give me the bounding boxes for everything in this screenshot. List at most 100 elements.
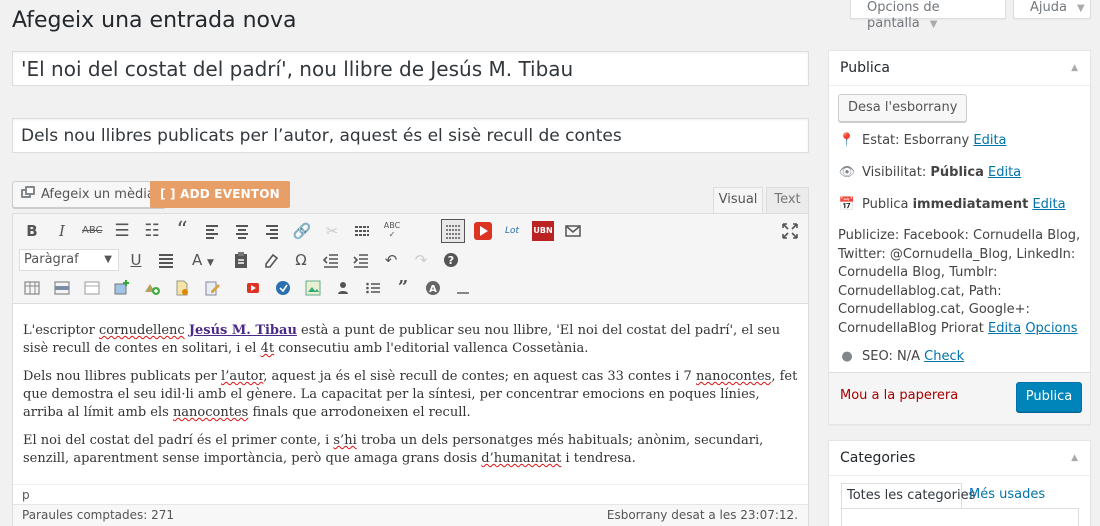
paragraph-3: El noi del costat del padrí és el primer… — [23, 433, 764, 466]
text-color-icon[interactable]: A ▼ — [186, 250, 220, 270]
edit-schedule-link[interactable]: Edita — [1032, 197, 1065, 212]
horizontal-line-icon[interactable] — [453, 278, 473, 298]
lot-plugin-icon[interactable]: Lot — [502, 221, 522, 241]
youtube-small-icon[interactable] — [243, 278, 263, 298]
bold-icon[interactable]: B — [22, 221, 42, 241]
edit-status-link[interactable]: Edita — [973, 133, 1006, 148]
insert-link-icon[interactable]: 🔗 — [292, 221, 312, 241]
edit-visibility-link[interactable]: Edita — [988, 165, 1021, 180]
user-icon[interactable] — [333, 278, 353, 298]
shortcode-icon[interactable] — [273, 278, 293, 298]
blockquote-icon[interactable]: “ — [172, 220, 192, 242]
email-icon[interactable] — [563, 221, 583, 241]
toolbar-toggle-icon[interactable] — [441, 219, 465, 243]
svg-text:?: ? — [448, 254, 454, 267]
redo-icon[interactable]: ↷ — [411, 250, 431, 270]
categories-box: Categories ▲ Totes les categories Més usa… — [828, 440, 1091, 526]
italic-icon[interactable]: I — [52, 221, 72, 241]
seo-check-link[interactable]: Check — [924, 349, 964, 364]
format-select-value: Paràgraf — [24, 252, 79, 267]
paragraph-2: Dels nou llibres publicats per l’autor, … — [23, 369, 798, 420]
publicize-section: Publicize: Facebook: Cornudella Blog, Tw… — [838, 227, 1083, 339]
screen-options-label: Opcions de pantalla — [867, 0, 940, 31]
editor: B I ABC ☰ ☷ “ 🔗 ✂ ABC ✓ Lot UBN Paràgraf ▼… — [12, 213, 809, 526]
tab-all-categories[interactable]: Totes les categories — [841, 483, 975, 509]
add-eventon-button[interactable]: [ ] ADD EVENTON — [150, 181, 290, 208]
help-tab[interactable]: Ajuda ▼ — [1013, 0, 1091, 19]
publish-button[interactable]: Publica — [1016, 382, 1082, 412]
align-right-icon[interactable] — [262, 221, 282, 241]
visibility-row: 👁 Visibilitat: Pública Edita — [838, 165, 1022, 180]
paste-as-text-icon[interactable] — [231, 250, 251, 270]
add-file-icon[interactable] — [172, 278, 192, 298]
youtube-icon[interactable] — [473, 221, 493, 241]
word-count: Paraules comptades: 271 — [22, 508, 175, 522]
bulleted-list-icon[interactable]: ☰ — [112, 221, 132, 241]
unlink-icon[interactable]: ✂ — [322, 221, 342, 241]
add-media-label: Afegeix un mèdia — [41, 187, 155, 202]
ubn-plugin-icon[interactable]: UBN — [532, 221, 554, 241]
justify-icon[interactable] — [156, 250, 176, 270]
add-image-plus-icon[interactable] — [142, 278, 162, 298]
circle-a-icon[interactable]: A — [423, 278, 443, 298]
publish-box-header[interactable]: Publica ▲ — [829, 51, 1090, 86]
tab-most-used[interactable]: Més usades — [969, 483, 1045, 509]
special-character-icon[interactable]: Ω — [291, 250, 311, 270]
seo-row: ● SEO: N/A Check — [838, 348, 964, 366]
chevron-down-icon: ▼ — [929, 19, 938, 30]
table-row-icon[interactable] — [52, 278, 72, 298]
category-list[interactable] — [841, 508, 1079, 526]
edit-publicize-link[interactable]: Edita — [988, 321, 1021, 336]
tab-visual[interactable]: Visual — [713, 187, 763, 213]
numbered-list-icon[interactable]: ☷ — [142, 221, 162, 241]
publish-box-title: Publica — [840, 60, 891, 76]
categories-box-title: Categories — [840, 450, 916, 466]
underline-icon[interactable]: U — [126, 250, 146, 270]
strikethrough-icon[interactable]: ABC — [82, 221, 103, 241]
add-media-button[interactable]: Afegeix un mèdia — [12, 181, 166, 208]
gallery-icon[interactable] — [303, 278, 323, 298]
read-more-icon[interactable] — [352, 221, 372, 241]
undo-icon[interactable]: ↶ — [381, 250, 401, 270]
paragraph-1: L'escriptor cornudellenc Jesús M. Tibau … — [23, 323, 781, 356]
status-row: 📍 Estat: Esborrany Edita — [838, 133, 1007, 148]
list-icon[interactable] — [363, 278, 383, 298]
publish-footer: Mou a la paperera Publica — [829, 372, 1090, 424]
table-icon[interactable] — [22, 278, 42, 298]
spellcheck-icon[interactable]: ABC ✓ — [382, 221, 402, 241]
schedule-row: 📅 Publica immediatament Edita — [838, 197, 1066, 212]
editor-toolbar: B I ABC ☰ ☷ “ 🔗 ✂ ABC ✓ Lot UBN Paràgraf ▼… — [13, 214, 808, 304]
tab-text[interactable]: Text — [766, 187, 809, 213]
pin-icon: 📍 — [838, 133, 856, 148]
author-link[interactable]: Jesús M. Tibau — [189, 323, 297, 338]
publicize-options-link[interactable]: Opcions — [1025, 321, 1077, 336]
help-icon[interactable]: ? — [441, 250, 461, 270]
publish-box: Publica ▲ Desa l'esborrany 📍 Estat: Esborr… — [828, 50, 1091, 425]
screen-options-tab[interactable]: Opcions de pantalla ▼ — [850, 0, 1006, 31]
editor-content[interactable]: L'escriptor cornudellenc Jesús M. Tibau … — [23, 322, 801, 478]
post-subtitle-input[interactable]: Dels nou llibres publicats per l’autor, … — [12, 118, 809, 153]
autosave-status: Esborrany desat a les 23:07:12. — [606, 508, 798, 522]
outdent-icon[interactable] — [321, 250, 341, 270]
collapse-arrow-icon[interactable]: ▲ — [1071, 441, 1078, 475]
save-draft-button[interactable]: Desa l'esborrany — [838, 94, 968, 122]
edit-document-icon[interactable] — [202, 278, 222, 298]
post-title-input[interactable]: 'El noi del costat del padrí', nou llibr… — [12, 51, 809, 86]
fullscreen-icon[interactable] — [780, 221, 800, 241]
publicize-text: Publicize: Facebook: Cornudella Blog, Tw… — [838, 228, 1081, 336]
align-left-icon[interactable] — [202, 221, 222, 241]
indent-icon[interactable] — [351, 250, 371, 270]
quote-icon[interactable]: ” — [393, 278, 413, 298]
table-cell-icon[interactable] — [82, 278, 102, 298]
clear-formatting-icon[interactable] — [261, 250, 281, 270]
collapse-arrow-icon[interactable]: ▲ — [1071, 51, 1078, 85]
page-title: Afegeix una entrada nova — [12, 8, 297, 33]
element-path[interactable]: p — [13, 484, 808, 504]
move-to-trash-link[interactable]: Mou a la paperera — [840, 388, 958, 403]
categories-box-header[interactable]: Categories ▲ — [829, 441, 1090, 476]
align-center-icon[interactable] — [232, 221, 252, 241]
eye-icon: 👁 — [838, 165, 856, 180]
add-image-icon[interactable] — [112, 278, 132, 298]
format-select[interactable]: Paràgraf ▼ — [19, 249, 119, 271]
calendar-icon: 📅 — [838, 197, 856, 212]
